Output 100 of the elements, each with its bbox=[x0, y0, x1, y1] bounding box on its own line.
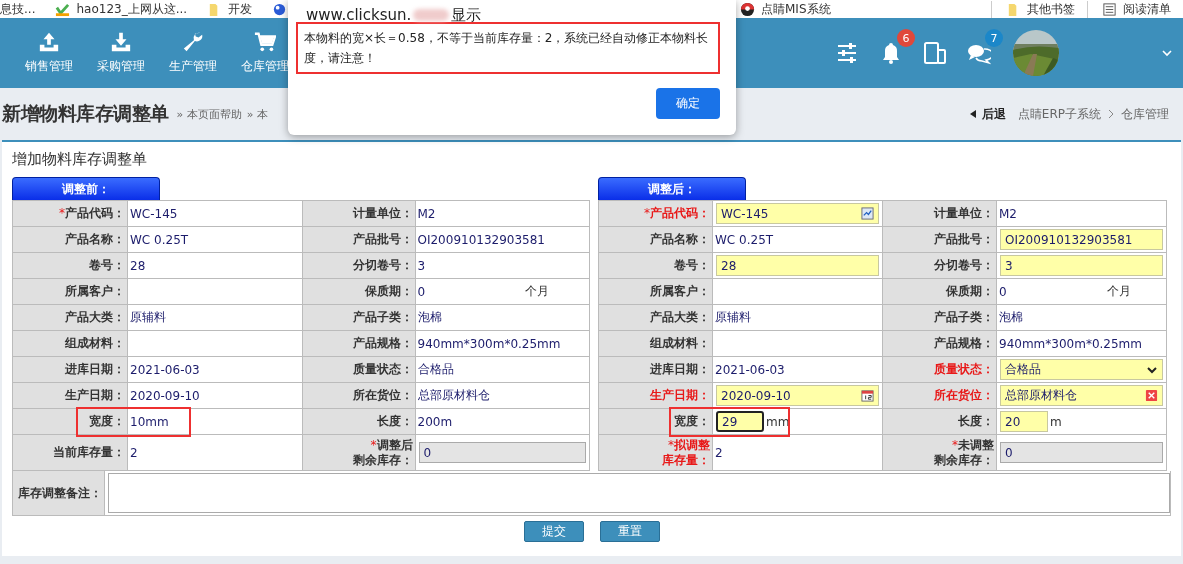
readonly-field: 0 bbox=[418, 442, 586, 463]
form-button[interactable]: 重置 bbox=[599, 521, 660, 542]
field-value: 3 bbox=[417, 258, 426, 273]
breadcrumb-link[interactable]: 点睛ERP子系统 bbox=[1017, 105, 1101, 123]
field-label: 库存调整备注： bbox=[13, 471, 105, 515]
nav-item[interactable]: 仓库管理 bbox=[234, 31, 296, 75]
select-field[interactable]: 合格品 bbox=[1000, 359, 1163, 380]
field-label: 所在货位： bbox=[883, 383, 997, 409]
field-value: 940mm*300m*0.25mm bbox=[417, 336, 561, 351]
dialog-title: 显示 bbox=[451, 5, 482, 25]
breadcrumb-item: 仓库管理 bbox=[1121, 105, 1169, 123]
readonly-field: 0 bbox=[1000, 442, 1163, 463]
redaction-blur bbox=[413, 9, 450, 21]
field-value: 0 bbox=[999, 284, 1007, 299]
unit-label: 个月 bbox=[1106, 283, 1131, 300]
field-value: 200m bbox=[417, 414, 453, 429]
bookmark[interactable] bbox=[272, 1, 288, 17]
text-field[interactable]: OI200910132903581 bbox=[1000, 229, 1163, 250]
remarks-textarea[interactable] bbox=[108, 473, 1170, 513]
field-value: WC-145 bbox=[130, 206, 178, 221]
field-label: 所属客户： bbox=[599, 279, 713, 305]
date-field[interactable]: 2020-09-10 bbox=[716, 385, 879, 406]
field-label: 宽度： bbox=[13, 409, 128, 435]
page-title: 新增物料库存调整单 bbox=[2, 101, 169, 126]
unit-label: 个月 bbox=[525, 283, 550, 300]
field-value: 28 bbox=[130, 258, 146, 273]
field-label: 计量单位： bbox=[883, 201, 997, 227]
field-label: 产品规格： bbox=[302, 331, 416, 357]
tablet-icon[interactable] bbox=[923, 41, 947, 65]
field-value: 原辅料 bbox=[715, 309, 751, 326]
lookup-icon[interactable] bbox=[861, 207, 874, 220]
help-link[interactable]: » 本页面帮助 bbox=[176, 106, 242, 122]
dialog-origin: www.clicksun. bbox=[306, 6, 412, 24]
bookmark[interactable]: 其他书签 bbox=[991, 0, 1087, 18]
bookmark[interactable]: hao123_上网从这... bbox=[55, 0, 188, 18]
field-label: 分切卷号： bbox=[302, 253, 416, 279]
field-value: 2020-09-10 bbox=[130, 388, 200, 403]
help-link[interactable]: » 本 bbox=[246, 106, 268, 122]
field-value: 原辅料 bbox=[130, 309, 166, 326]
bookmark[interactable]: 息技... bbox=[0, 0, 36, 18]
text-field[interactable]: 总部原材料仓 bbox=[1000, 385, 1163, 406]
text-field[interactable]: WC-145 bbox=[716, 203, 879, 224]
field-label: 所在货位： bbox=[302, 383, 416, 409]
clear-icon[interactable] bbox=[1145, 389, 1158, 402]
field-label: 产品批号： bbox=[302, 227, 416, 253]
field-label: 产品名称： bbox=[599, 227, 713, 253]
chevron-down-icon[interactable] bbox=[1161, 47, 1173, 59]
cart-icon bbox=[254, 31, 276, 53]
text-field[interactable]: 3 bbox=[1000, 255, 1163, 276]
count-badge: 7 bbox=[985, 29, 1003, 47]
field-label: 卷号： bbox=[599, 253, 713, 279]
field-label: 当前库存量： bbox=[13, 435, 128, 471]
nav-item[interactable]: 采购管理 bbox=[90, 31, 152, 75]
field-label: 长度： bbox=[883, 409, 997, 435]
field-value: 合格品 bbox=[417, 361, 454, 378]
field-label: 产品规格： bbox=[883, 331, 997, 357]
field-value: 0 bbox=[417, 284, 426, 299]
field-label: 保质期： bbox=[883, 279, 997, 305]
field-value: 2 bbox=[130, 445, 138, 460]
back-link[interactable]: 后退 bbox=[981, 105, 1006, 123]
field-label: *拟调整 bbox=[668, 437, 710, 453]
form-title: 增加物料库存调整单 bbox=[12, 150, 148, 169]
form-button[interactable]: 提交 bbox=[523, 521, 584, 542]
count-badge: 6 bbox=[897, 29, 915, 47]
field-value: OI200910132903581 bbox=[417, 232, 545, 247]
chevron-right-icon bbox=[1107, 109, 1115, 119]
calendar-icon[interactable] bbox=[861, 389, 874, 402]
field-value: 10mm bbox=[130, 414, 169, 429]
field-label: 进库日期： bbox=[13, 357, 128, 383]
field-value: M2 bbox=[417, 206, 436, 221]
field-label: 库存量： bbox=[662, 452, 710, 468]
field-value: WC 0.25T bbox=[715, 232, 774, 247]
field-value: 总部原材料仓 bbox=[417, 387, 490, 404]
field-label: 所属客户： bbox=[13, 279, 128, 305]
field-value: M2 bbox=[999, 206, 1017, 221]
field-label: *产品代码： bbox=[13, 201, 128, 227]
field-value: 2021-06-03 bbox=[715, 362, 785, 377]
bookmark[interactable]: 开发 bbox=[207, 0, 253, 18]
text-field[interactable]: 20 bbox=[1000, 411, 1048, 432]
text-field[interactable]: 29 bbox=[716, 411, 764, 432]
field-label: 产品子类： bbox=[302, 305, 416, 331]
field-label: *产品代码： bbox=[599, 201, 713, 227]
field-label: 组成材料： bbox=[599, 331, 713, 357]
nav-item[interactable]: 生产管理 bbox=[162, 31, 224, 75]
bookmark[interactable]: 点睛MIS系统 bbox=[740, 0, 831, 18]
dialog-message: 本物料的宽×长＝0.58，不等于当前库存量：2，系统已经自动修正本物料长度，请注意！ bbox=[296, 22, 720, 74]
field-label: 进库日期： bbox=[599, 357, 713, 383]
field-label: 产品子类： bbox=[883, 305, 997, 331]
bookmark[interactable]: 阅读清单 bbox=[1087, 0, 1183, 18]
ok-button[interactable]: 确定 bbox=[656, 88, 720, 119]
text-field[interactable]: 28 bbox=[716, 255, 879, 276]
field-value: 2 bbox=[715, 445, 723, 460]
field-label: 剩余库存： bbox=[934, 452, 994, 468]
field-label: 宽度： bbox=[599, 409, 713, 435]
sliders-icon[interactable] bbox=[835, 41, 859, 65]
upload-icon bbox=[38, 31, 60, 53]
hao-logo-icon bbox=[55, 1, 71, 17]
field-value: 泡棉 bbox=[417, 309, 442, 326]
field-label: 产品大类： bbox=[13, 305, 128, 331]
nav-item[interactable]: 销售管理 bbox=[18, 31, 80, 75]
